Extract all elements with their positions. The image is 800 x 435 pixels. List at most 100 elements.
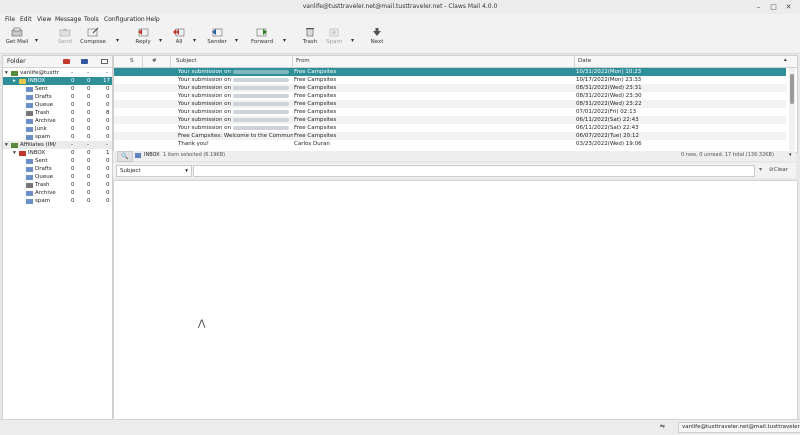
folder-trash[interactable]: Trash 0 0 8	[3, 109, 112, 117]
search-field-select[interactable]: Subject ▾	[116, 165, 192, 177]
compose-icon	[87, 27, 99, 37]
close-icon[interactable]: ✕	[784, 3, 793, 11]
folder-tree: Folder ▾ vanlife@tusttr - - - ▸ INBOX 0 …	[2, 55, 113, 420]
spam-label: Spam	[326, 39, 342, 45]
search-options-dropdown-icon[interactable]: ▾	[759, 166, 762, 173]
folder-trash-affiliates[interactable]: Trash 0 0 0	[3, 181, 112, 189]
next-button[interactable]: Next	[368, 27, 386, 45]
message-list-scrollbar[interactable]	[789, 68, 795, 150]
menu-file[interactable]: File	[5, 16, 15, 23]
folder-sent-affiliates[interactable]: Sent 0 0 0	[3, 157, 112, 165]
reply-sender-button[interactable]: Sender	[206, 27, 228, 45]
folder-drafts-affiliates[interactable]: Drafts 0 0 0	[3, 165, 112, 173]
column-attachment[interactable]: #	[152, 58, 157, 64]
account-icon	[11, 70, 18, 76]
menu-tools[interactable]: Tools	[84, 16, 99, 23]
forward-dropdown-icon[interactable]: ▾	[283, 37, 286, 44]
reply-button[interactable]: Reply	[132, 27, 154, 45]
reply-icon	[138, 28, 149, 37]
status-bar: ⇋ vanlife@tusttraveler.net@mail.tusttrav…	[0, 419, 800, 435]
compose-label: Compose	[80, 39, 106, 45]
column-status[interactable]: S	[130, 58, 134, 64]
get-mail-button[interactable]: Get Mail	[4, 27, 30, 45]
quick-search-bar: Subject ▾ ▾ ⊘Clear	[113, 163, 796, 178]
folder-inbox[interactable]: ▸ INBOX 0 0 17	[3, 77, 112, 85]
reply-all-icon	[173, 28, 185, 37]
spam-button[interactable]: Spam	[324, 27, 344, 45]
message-row[interactable]: Your submission on Free Campsites 10/17/2…	[114, 76, 786, 84]
send-icon	[59, 28, 71, 37]
folder-account-affiliates[interactable]: ▾ Affiliates (IM/ - - -	[3, 141, 112, 149]
drafts-folder-icon	[26, 166, 33, 172]
message-row[interactable]: Your submission on Free Campsites 07/01/2…	[114, 108, 786, 116]
menu-edit[interactable]: Edit	[20, 16, 32, 23]
reply-dropdown-icon[interactable]: ▾	[159, 37, 162, 44]
menu-help[interactable]: Help	[146, 16, 160, 23]
column-subject[interactable]: Subject	[176, 58, 197, 64]
current-folder-label: INBOX	[144, 152, 160, 158]
inbox-icon	[135, 153, 141, 158]
sender-dropdown-icon[interactable]: ▾	[235, 37, 238, 44]
folder-sent[interactable]: Sent 0 0 0	[3, 85, 112, 93]
search-input[interactable]	[193, 165, 755, 177]
menu-view[interactable]: View	[37, 16, 51, 23]
folder-column-label[interactable]: Folder	[7, 58, 26, 65]
new-count-icon[interactable]	[63, 59, 70, 64]
forward-button[interactable]: Forward	[250, 27, 274, 45]
online-status-icon[interactable]: ⇋	[660, 423, 674, 431]
folder-junk[interactable]: Junk 0 0 0	[3, 125, 112, 133]
column-date[interactable]: Date	[578, 58, 591, 64]
window-title: vanlife@tusttraveler.net@mail.tusttravel…	[302, 3, 498, 10]
message-row[interactable]: Your submission on Free Campsites 08/31/2…	[114, 84, 786, 92]
folder-status-strip: 🔍 INBOX 1 item selected (6.19KB) 0 new, …	[113, 151, 796, 162]
folder-queue[interactable]: Queue 0 0 0	[3, 101, 112, 109]
trash-button[interactable]: Trash	[300, 27, 320, 45]
message-row[interactable]: Free Campsites: Welcome to the Commun Fr…	[114, 132, 786, 140]
compose-dropdown-icon[interactable]: ▾	[116, 37, 119, 44]
message-row[interactable]: Your submission on Free Campsites 06/11/2…	[114, 116, 786, 124]
folder-archive[interactable]: Archive 0 0 0	[3, 117, 112, 125]
queue-folder-icon	[26, 102, 33, 108]
trash-icon	[306, 28, 314, 37]
reply-sender-icon	[212, 28, 223, 37]
reply-all-button[interactable]: All	[170, 27, 188, 45]
message-row[interactable]: Your submission on Free Campsites 06/11/2…	[114, 124, 786, 132]
folder-spam-affiliates[interactable]: spam 0 0 0	[3, 197, 112, 205]
title-bar: vanlife@tusttraveler.net@mail.tusttravel…	[0, 0, 800, 15]
message-row[interactable]: Thank you! Carlos Duran 03/23/2022(Wed) 1…	[114, 140, 786, 148]
folder-header: Folder	[3, 56, 112, 68]
message-row[interactable]: Your submission on Free Campsites 10/31/2…	[114, 68, 786, 76]
menu-configuration[interactable]: Configuration	[104, 16, 145, 23]
spam-dropdown-icon[interactable]: ▾	[351, 37, 354, 44]
folder-archive-affiliates[interactable]: Archive 0 0 0	[3, 189, 112, 197]
clear-search-button[interactable]: ⊘Clear	[769, 165, 795, 175]
forward-label: Forward	[250, 39, 274, 45]
scroll-down-icon[interactable]: ▾	[789, 152, 792, 158]
sort-ascending-icon[interactable]: ▴	[784, 57, 787, 63]
folder-queue-affiliates[interactable]: Queue 0 0 0	[3, 173, 112, 181]
search-toggle-icon[interactable]: 🔍	[117, 151, 133, 162]
send-button[interactable]: Send	[54, 27, 76, 45]
message-row[interactable]: Your submission on Free Campsites 08/31/2…	[114, 92, 786, 100]
get-mail-dropdown-icon[interactable]: ▾	[35, 37, 38, 44]
message-preview-pane[interactable]: ⋀	[113, 180, 798, 420]
folder-drafts[interactable]: Drafts 0 0 0	[3, 93, 112, 101]
forward-icon	[256, 28, 267, 37]
reply-all-dropdown-icon[interactable]: ▾	[193, 37, 196, 44]
message-row[interactable]: Your submission on Free Campsites 08/31/2…	[114, 100, 786, 108]
folder-spam[interactable]: spam 0 0 0	[3, 133, 112, 141]
column-from[interactable]: From	[296, 58, 310, 64]
spam-icon	[329, 28, 339, 37]
menu-message[interactable]: Message	[55, 16, 81, 23]
total-count-icon[interactable]	[101, 59, 108, 64]
folder-account-vanlife[interactable]: ▾ vanlife@tusttr - - -	[3, 69, 112, 77]
spam-folder-icon	[26, 134, 33, 140]
minimize-icon[interactable]: –	[754, 3, 763, 11]
sent-folder-icon	[26, 158, 33, 164]
maximize-icon[interactable]: □	[769, 3, 778, 11]
unread-count-icon[interactable]	[81, 59, 88, 64]
account-status-label[interactable]: vanlife@tusttraveler.net@mail.tusttravel…	[678, 422, 800, 433]
compose-button[interactable]: Compose	[79, 27, 107, 45]
chevron-down-icon: ▾	[185, 168, 188, 174]
folder-inbox-affiliates[interactable]: ▾ INBOX 0 0 1	[3, 149, 112, 157]
